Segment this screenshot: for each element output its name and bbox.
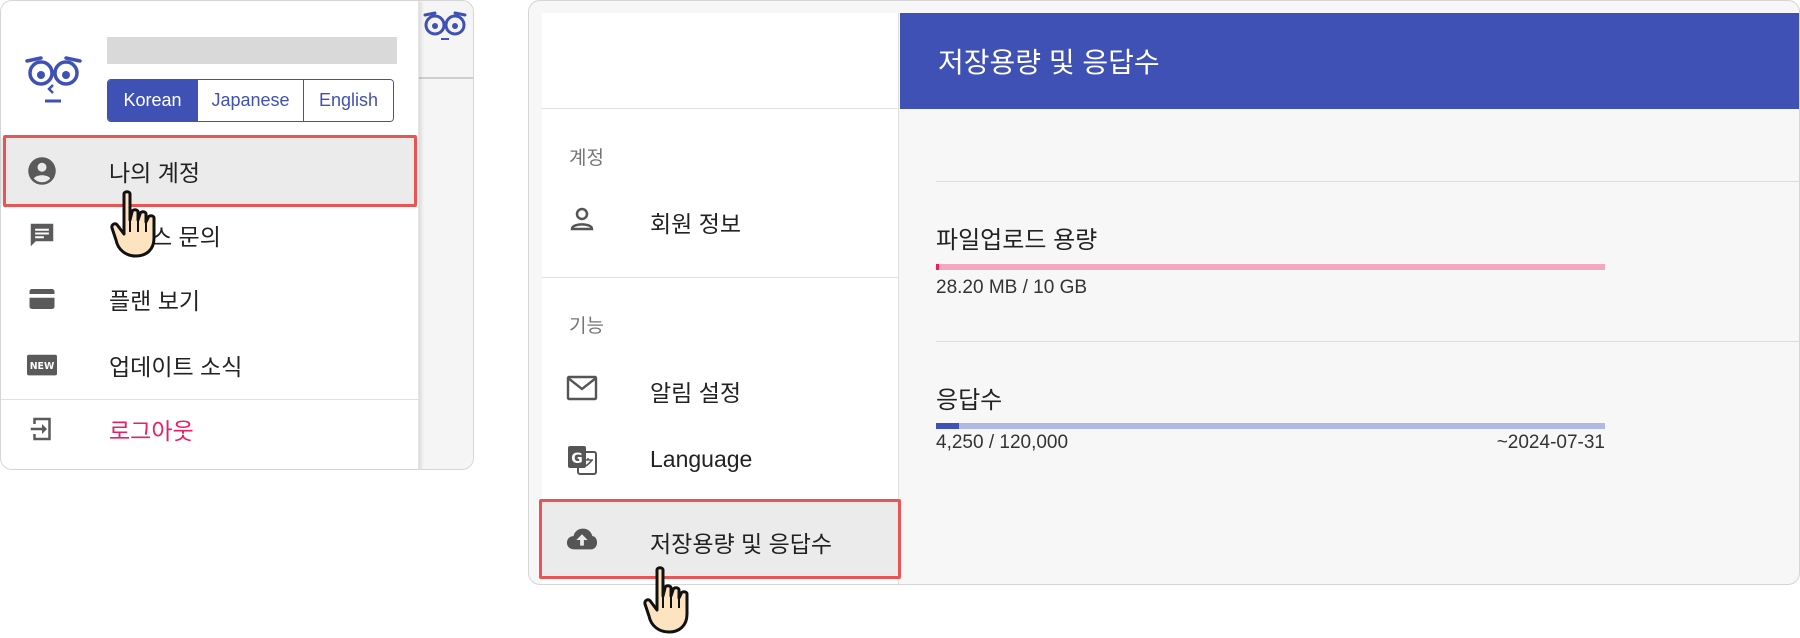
responses-usage-text: 4,250 / 120,000 [936, 432, 1069, 453]
app-logo-icon [25, 56, 82, 103]
left-panel: Korean Japanese English 나의 계정 스 문의 플랜 보기… [0, 0, 474, 470]
upload-progress-bar [936, 264, 1605, 270]
sidebar-item-label: 회원 정보 [650, 211, 742, 237]
sidebar-divider [542, 277, 899, 278]
person-outline-icon [566, 203, 598, 235]
new-badge-icon: NEW [27, 350, 57, 380]
background-app-strip [419, 1, 473, 469]
credit-card-icon [27, 284, 57, 314]
sidebar-item-language[interactable]: G Language [542, 426, 899, 494]
sidebar-section-account: 계정 [569, 148, 604, 169]
sidebar-item-member-info[interactable]: 회원 정보 [542, 185, 899, 253]
sidebar-divider [542, 108, 899, 109]
language-japanese-button[interactable]: Japanese [198, 80, 304, 121]
logout-icon [27, 414, 57, 444]
language-english-button[interactable]: English [304, 80, 393, 121]
svg-text:G: G [571, 451, 583, 467]
menu-item-label: 플랜 보기 [109, 288, 201, 314]
content-divider [936, 341, 1799, 342]
upload-capacity-title: 파일업로드 용량 [936, 227, 1098, 254]
pointer-hand-icon [110, 190, 156, 258]
sidebar-section-features: 기능 [569, 316, 604, 337]
upload-usage-text: 28.20 MB / 10 GB [936, 277, 1088, 298]
menu-item-service-inquiry[interactable]: 스 문의 [1, 204, 419, 266]
mail-outline-icon [566, 372, 598, 404]
translate-icon: G [566, 444, 598, 476]
menu-item-label: 로그아웃 [109, 418, 194, 444]
chat-icon [27, 220, 57, 250]
menu-item-label: 업데이트 소식 [109, 354, 243, 380]
sidebar-item-label: Language [650, 446, 753, 472]
menu-item-update-news[interactable]: NEW 업데이트 소식 [1, 334, 419, 396]
right-panel: 계정 회원 정보 기능 알림 설정 G Language 저장용량 및 응답수 … [528, 0, 1800, 585]
responses-progress-fill [936, 423, 960, 429]
background-logo-icon [423, 11, 467, 40]
sidebar-item-notifications[interactable]: 알림 설정 [542, 354, 899, 422]
user-name-placeholder [107, 37, 397, 64]
responses-expiry-date: ~2024-07-31 [1496, 432, 1605, 453]
responses-title: 응답수 [936, 387, 1003, 414]
page-title: 저장용량 및 응답수 [938, 47, 1160, 78]
content-divider [936, 181, 1799, 182]
language-korean-button[interactable]: Korean [108, 80, 198, 121]
background-divider [419, 77, 473, 79]
upload-progress-fill [936, 264, 939, 270]
menu-item-logout[interactable]: 로그아웃 [1, 400, 419, 458]
highlight-box-my-account [3, 135, 417, 207]
highlight-box-storage [539, 499, 901, 579]
menu-item-view-plans[interactable]: 플랜 보기 [1, 268, 419, 330]
responses-progress-bar [936, 423, 1605, 429]
new-badge-text: NEW [30, 361, 55, 372]
navigation-drawer: Korean Japanese English 나의 계정 스 문의 플랜 보기… [1, 1, 419, 469]
pointer-hand-icon [643, 566, 689, 634]
sidebar-item-label: 알림 설정 [650, 380, 742, 406]
language-toggle-group: Korean Japanese English [107, 79, 394, 122]
